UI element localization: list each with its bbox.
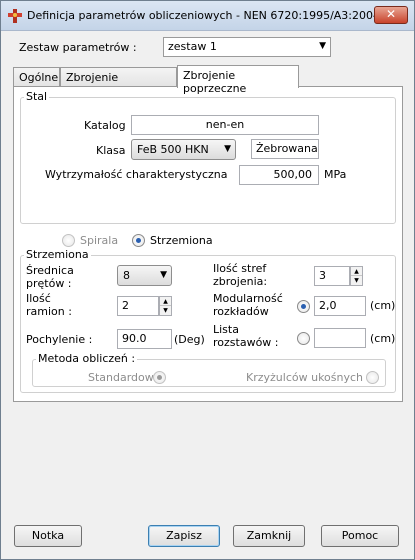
ilosc-ramion-field[interactable]: 2 — [117, 296, 159, 316]
pochylenie-label: Pochylenie : — [26, 333, 93, 346]
krzyzulcow-label: Krzyżulców ukośnych — [246, 371, 364, 384]
zamknij-button[interactable]: Zamknij — [233, 525, 305, 547]
spin-down-icon[interactable]: ▼ — [351, 276, 362, 285]
ilosc-stref-field[interactable]: 3 — [314, 266, 350, 286]
lista-radio[interactable] — [297, 332, 310, 345]
strzemiona-label: Strzemiona — [150, 234, 213, 247]
tab-zbrojenie-poprzeczne[interactable]: Zbrojenie poprzeczne — [177, 65, 299, 95]
tab-panel: Stal Katalog nen-en Klasa FeB 500 HKN ▼ … — [13, 86, 403, 402]
ilosc-ramion-label-1: Ilość — [26, 292, 51, 305]
standardowa-radio[interactable] — [153, 371, 166, 384]
klasa-label: Klasa — [96, 144, 126, 157]
modularnosc-label-2: rozkładów — [213, 305, 269, 318]
ilosc-stref-label-2: zbrojenia: — [213, 275, 268, 288]
chevron-down-icon: ▼ — [224, 144, 231, 154]
modularnosc-field[interactable]: 2,0 — [314, 296, 366, 316]
tab-zbrojenie-podluzne[interactable]: Zbrojenie podłużne — [60, 67, 177, 97]
srednica-select[interactable]: 8 ▼ — [117, 265, 172, 286]
zestaw-value: zestaw 1 — [168, 40, 217, 53]
spirala-radio[interactable] — [62, 234, 75, 247]
tab-ogolne[interactable]: Ogólne — [13, 67, 60, 87]
katalog-label: Katalog — [84, 119, 126, 132]
dialog-window: Definicja parametrów obliczeniowych - NE… — [0, 0, 415, 560]
close-button[interactable]: ✕ — [374, 6, 408, 24]
pochylenie-unit: (Deg) — [174, 333, 205, 346]
metoda-group-label: Metoda obliczeń : — [36, 352, 138, 365]
modularnosc-label-1: Modularność — [213, 292, 283, 305]
window-title: Definicja parametrów obliczeniowych - NE… — [27, 9, 381, 22]
zestaw-label: Zestaw parametrów : — [19, 41, 137, 54]
zebrowana-field[interactable]: Żebrowana — [251, 139, 319, 159]
strzemiona-radio[interactable] — [132, 234, 145, 247]
title-bar: Definicja parametrów obliczeniowych - NE… — [1, 1, 414, 31]
app-icon — [8, 9, 22, 23]
modularnosc-unit: (cm) — [370, 299, 396, 312]
srednica-value: 8 — [123, 269, 130, 282]
lista-field[interactable] — [314, 328, 366, 348]
lista-label-1: Lista — [213, 323, 239, 336]
spirala-label: Spirala — [80, 234, 119, 247]
klasa-select[interactable]: FeB 500 HKN ▼ — [131, 139, 236, 160]
katalog-field[interactable]: nen-en — [131, 115, 319, 135]
lista-label-2: rozstawów : — [213, 336, 279, 349]
wytrzymalosc-field[interactable]: 500,00 — [239, 165, 319, 185]
pomoc-button[interactable]: Pomoc — [321, 525, 399, 547]
srednica-label-1: Średnica — [26, 264, 74, 277]
ilosc-stref-spinner[interactable]: ▲ ▼ — [350, 266, 363, 286]
spin-up-icon[interactable]: ▲ — [160, 297, 171, 306]
spin-down-icon[interactable]: ▼ — [160, 306, 171, 315]
klasa-value: FeB 500 HKN — [137, 143, 209, 156]
ilosc-ramion-label-2: ramion : — [26, 305, 72, 318]
zestaw-select[interactable]: zestaw 1 ▼ — [163, 37, 331, 57]
modularnosc-radio[interactable] — [297, 300, 310, 313]
spin-up-icon[interactable]: ▲ — [351, 267, 362, 276]
standardowa-label: Standardowa — [88, 371, 161, 384]
chevron-down-icon: ▼ — [319, 41, 326, 51]
ilosc-ramion-spinner[interactable]: ▲ ▼ — [159, 296, 172, 316]
wytrzymalosc-label: Wytrzymałość charakterystyczna — [45, 168, 228, 181]
ilosc-stref-label-1: Ilość stref — [213, 262, 267, 275]
chevron-down-icon: ▼ — [160, 270, 167, 280]
zapisz-button[interactable]: Zapisz — [148, 525, 220, 547]
stal-group-label: Stal — [24, 90, 50, 103]
pochylenie-field[interactable]: 90.0 — [117, 329, 172, 349]
srednica-label-2: prętów : — [26, 277, 72, 290]
notka-button[interactable]: Notka — [14, 525, 82, 547]
lista-unit: (cm) — [370, 332, 396, 345]
krzyzulcow-radio[interactable] — [366, 371, 379, 384]
wytrzymalosc-unit: MPa — [324, 168, 347, 181]
strzemiona-group-label: Strzemiona — [24, 248, 91, 261]
